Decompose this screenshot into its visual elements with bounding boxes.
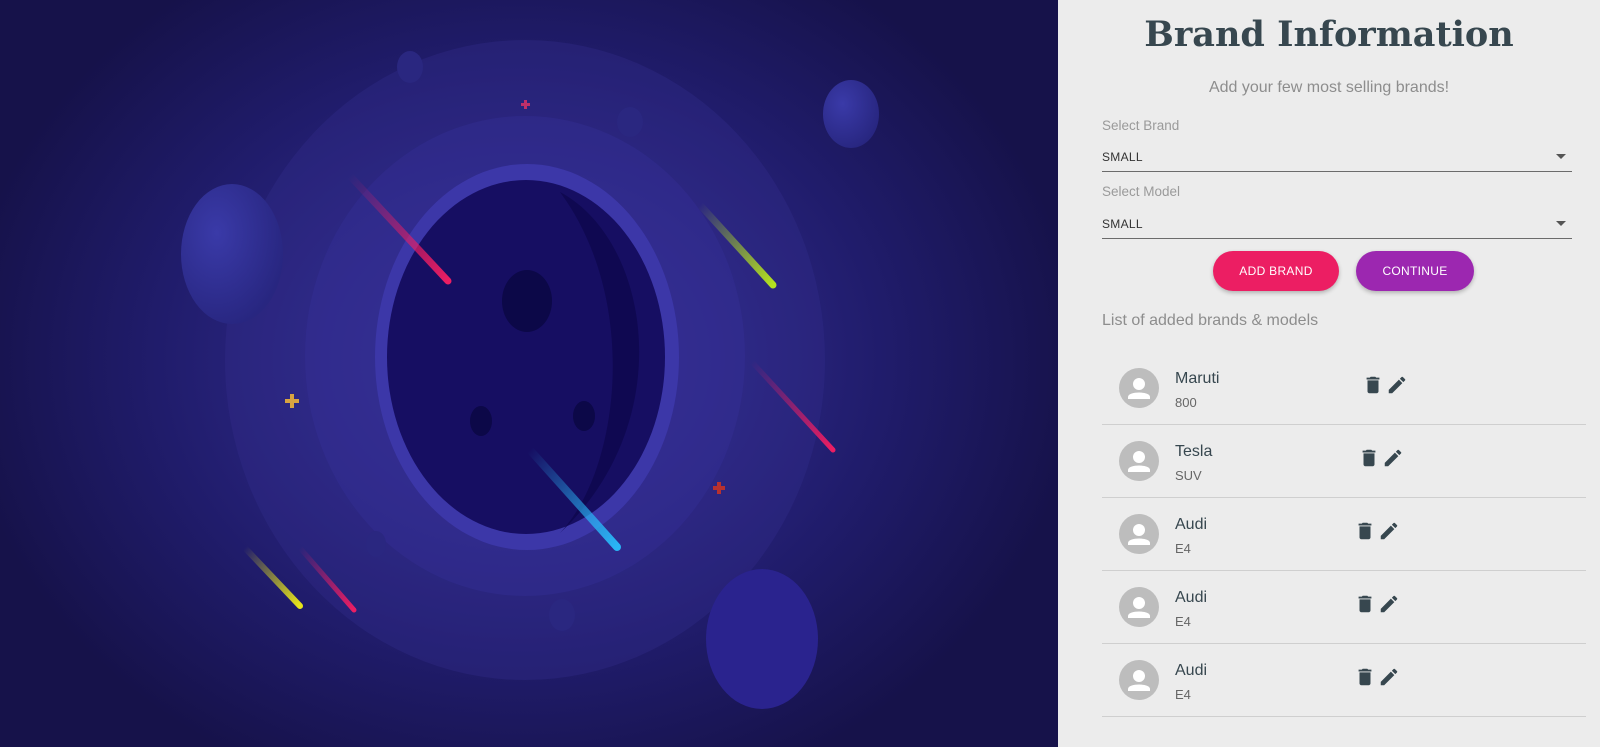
moon: [617, 107, 643, 137]
item-brand: Tesla: [1175, 443, 1213, 460]
item-brand: Audi: [1175, 516, 1208, 533]
moon: [549, 599, 575, 631]
pencil-icon[interactable]: [1382, 447, 1404, 469]
moon: [823, 80, 879, 148]
item-model: E4: [1175, 687, 1191, 702]
item-model: SUV: [1175, 468, 1202, 483]
brand-select-label: Select Brand: [1102, 118, 1180, 133]
planet-artwork: [181, 40, 879, 709]
trash-icon[interactable]: [1362, 374, 1384, 396]
continue-button[interactable]: CONTINUE: [1356, 251, 1474, 291]
person-icon: [1119, 587, 1159, 627]
moon: [706, 569, 818, 709]
person-icon: [1119, 660, 1159, 700]
item-brand: Audi: [1175, 589, 1208, 606]
trash-icon[interactable]: [1358, 447, 1380, 469]
brand-list: Maruti 800 Tesla SUV Audi E4 Audi E4 Aud…: [1102, 352, 1586, 717]
person-icon: [1119, 514, 1159, 554]
list-item: Maruti 800: [1102, 352, 1586, 425]
list-item: Tesla SUV: [1102, 425, 1586, 498]
chevron-down-icon: [1556, 221, 1566, 226]
moon: [181, 184, 283, 324]
model-select-label: Select Model: [1102, 184, 1181, 199]
moon: [366, 531, 386, 557]
moon: [397, 51, 423, 83]
brand-form-panel: Brand Information Add your few most sell…: [1058, 0, 1600, 747]
space-illustration: [0, 0, 1058, 747]
pencil-icon[interactable]: [1386, 374, 1408, 396]
list-item: Audi E4: [1102, 498, 1586, 571]
item-model: E4: [1175, 541, 1191, 556]
pencil-icon[interactable]: [1378, 520, 1400, 542]
person-icon: [1119, 441, 1159, 481]
list-item: Audi E4: [1102, 571, 1586, 644]
add-brand-button[interactable]: ADD BRAND: [1213, 251, 1339, 291]
item-brand: Audi: [1175, 662, 1208, 679]
brand-select-value: SMALL: [1102, 150, 1143, 164]
page-subtitle: Add your few most selling brands!: [1208, 79, 1450, 96]
list-title: List of added brands & models: [1102, 312, 1319, 329]
trash-icon[interactable]: [1354, 593, 1376, 615]
trash-icon[interactable]: [1354, 520, 1376, 542]
pencil-icon[interactable]: [1378, 593, 1400, 615]
list-item: Audi E4: [1102, 644, 1586, 717]
item-brand: Maruti: [1175, 370, 1220, 387]
model-select-value: SMALL: [1102, 217, 1143, 231]
brand-select[interactable]: SMALL: [1102, 143, 1572, 172]
chevron-down-icon: [1556, 154, 1566, 159]
page-title: Brand Information: [1144, 14, 1514, 55]
model-select[interactable]: SMALL: [1102, 210, 1572, 239]
pencil-icon[interactable]: [1378, 666, 1400, 688]
item-model: E4: [1175, 614, 1191, 629]
item-model: 800: [1175, 395, 1197, 410]
trash-icon[interactable]: [1354, 666, 1376, 688]
person-icon: [1119, 368, 1159, 408]
